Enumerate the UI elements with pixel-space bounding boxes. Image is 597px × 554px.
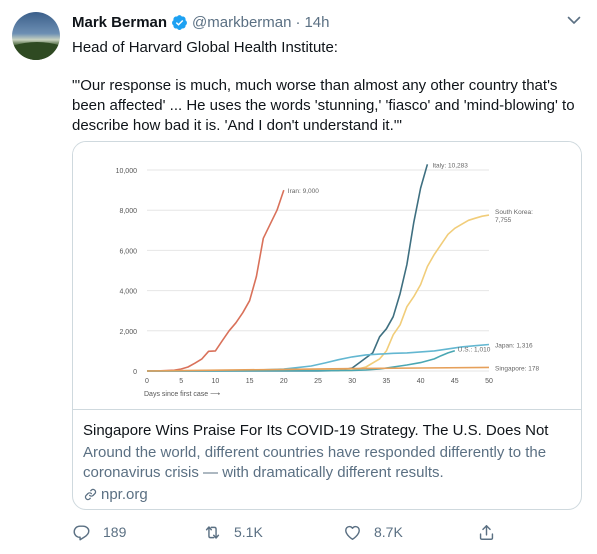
avatar[interactable]	[12, 12, 60, 60]
chevron-down-icon[interactable]	[566, 12, 582, 28]
like-count: 8.7K	[374, 524, 403, 540]
chart-data-label: Singapore: 178	[495, 365, 539, 372]
chart-data-label: 7,755	[495, 217, 512, 224]
chart-data-label: U.S.: 1,010	[458, 347, 491, 354]
chart-x-tick-label: 25	[314, 378, 322, 385]
chart-data-label: Iran: 9,000	[288, 188, 319, 195]
chart-x-tick-label: 15	[246, 378, 254, 385]
timestamp[interactable]: 14h	[304, 14, 329, 31]
covid-cases-chart: 0 2,000 4,000 6,000 8,000 10,000 0 5 10 15 20 25 30 3…	[73, 142, 581, 409]
tweet-header: Mark Berman @markberman · 14h	[72, 12, 330, 32]
chart-x-tick-label: 10	[212, 378, 220, 385]
chart-x-tick-label: 35	[383, 378, 391, 385]
card-meta: Singapore Wins Praise For Its COVID-19 S…	[73, 409, 581, 509]
chart-series-iran	[146, 189, 285, 372]
share-button[interactable]	[477, 520, 508, 544]
chart-y-tick-label: 2,000	[119, 329, 137, 336]
retweet-count: 5.1K	[234, 524, 263, 540]
link-icon	[84, 488, 97, 501]
chart-y-tick-label: 4,000	[119, 289, 137, 296]
share-icon	[479, 524, 494, 540]
retweet-icon	[205, 525, 220, 539]
tweet-actions: 189 5.1K 8.7K	[72, 520, 512, 544]
verified-badge-icon	[172, 14, 187, 30]
chart-series-italy	[146, 164, 429, 372]
chart-data-label: Japan: 1,316	[495, 343, 533, 350]
tweet-text: Head of Harvard Global Health Institute:…	[72, 38, 582, 136]
chart-y-tick-label: 8,000	[119, 208, 137, 215]
tweet[interactable]: Mark Berman @markberman · 14h Head of Ha…	[0, 0, 597, 554]
link-card[interactable]: 0 2,000 4,000 6,000 8,000 10,000 0 5 10 15 20 25 30 3…	[72, 141, 582, 510]
tweet-quote: "'Our response is much, much worse than …	[72, 77, 575, 134]
chart-data-label: South Korea:	[495, 209, 533, 216]
chart-x-tick-label: 0	[145, 378, 149, 385]
reply-button[interactable]: 189	[72, 520, 126, 544]
chart-x-tick-label: 30	[348, 378, 356, 385]
separator-dot: ·	[295, 13, 301, 31]
retweet-button[interactable]: 5.1K	[203, 520, 263, 544]
chart-y-tick-label: 6,000	[119, 248, 137, 255]
card-title[interactable]: Singapore Wins Praise For Its COVID-19 S…	[83, 422, 548, 439]
chart-x-axis-label: Days since first case ⟶	[144, 391, 220, 398]
card-description: Around the world, different countries ha…	[83, 444, 547, 481]
reply-icon	[73, 524, 90, 540]
chart-x-tick-label: 20	[280, 378, 288, 385]
chart-x-tick-label: 40	[417, 378, 425, 385]
tweet-text-line: Head of Harvard Global Health Institute:	[72, 39, 338, 56]
chart-y-tick-label: 10,000	[116, 168, 138, 175]
chart-x-tick-label: 50	[485, 378, 493, 385]
author-handle[interactable]: @markberman	[192, 14, 291, 31]
author-name[interactable]: Mark Berman	[72, 14, 167, 31]
card-domain-text: npr.org	[101, 486, 148, 503]
chart-data-label: Italy: 10,283	[432, 162, 468, 169]
heart-icon	[345, 525, 360, 540]
card-domain[interactable]: npr.org	[83, 486, 148, 503]
chart-y-tick-label: 0	[133, 369, 137, 376]
chart-x-tick-label: 45	[451, 378, 459, 385]
reply-count: 189	[103, 524, 127, 540]
like-button[interactable]: 8.7K	[343, 520, 403, 544]
chart-series-south-korea	[146, 214, 490, 372]
chart-x-tick-label: 5	[179, 378, 183, 385]
